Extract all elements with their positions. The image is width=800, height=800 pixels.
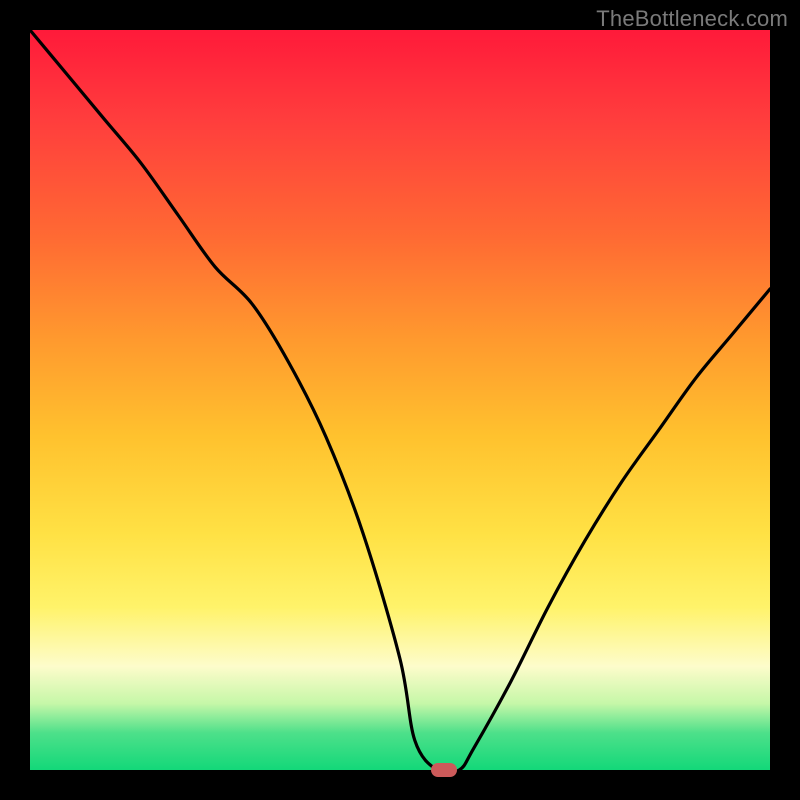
plot-area xyxy=(30,30,770,770)
watermark-text: TheBottleneck.com xyxy=(596,6,788,32)
optimal-point-marker xyxy=(431,763,457,777)
bottleneck-curve xyxy=(30,30,770,770)
chart-frame: TheBottleneck.com xyxy=(0,0,800,800)
